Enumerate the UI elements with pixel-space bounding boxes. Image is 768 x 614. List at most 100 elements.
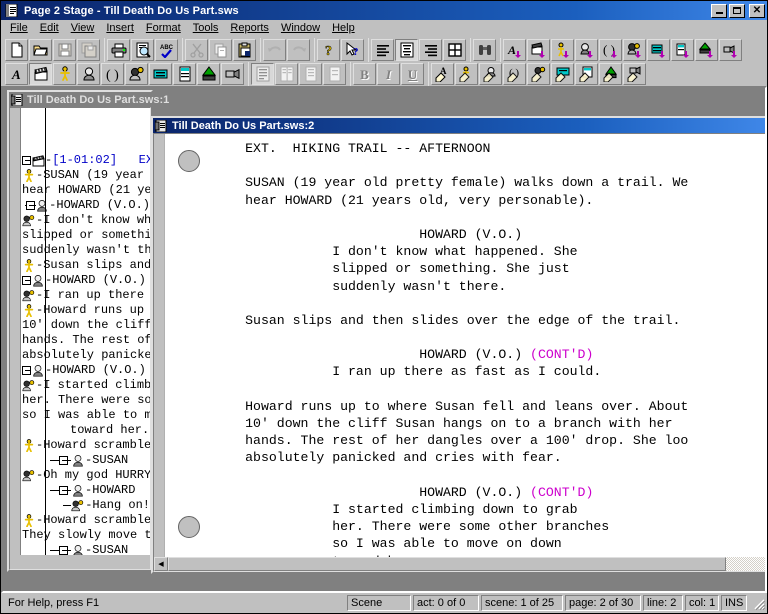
script-hscrollbar[interactable]: ◀ — [154, 557, 765, 571]
insert-parenthetical-button[interactable]: ( ) — [599, 39, 622, 61]
style-shot-button[interactable] — [173, 63, 196, 85]
style-parenthetical-button[interactable]: ( ) — [101, 63, 124, 85]
menu-format[interactable]: Format — [140, 21, 187, 36]
insert-transition-button[interactable] — [647, 39, 670, 61]
layout-ab-column-button[interactable] — [299, 63, 322, 85]
tree-row[interactable]: 10' down the cliff Susan hangs on to a b… — [22, 318, 150, 333]
view-outline-button[interactable] — [371, 39, 394, 61]
paste-clipboard-button[interactable] — [233, 39, 256, 61]
tree-row[interactable]: -Howard scrambles down toward Susan. — [22, 438, 150, 453]
bold-button[interactable]: B — [353, 63, 376, 85]
style-text-button[interactable]: A — [5, 63, 28, 85]
tree-row[interactable]: - Oh my god HURRY! — [22, 468, 150, 483]
goto-production-button[interactable] — [623, 63, 646, 85]
insert-production-button[interactable] — [719, 39, 742, 61]
tree-expander-icon[interactable] — [25, 201, 35, 210]
insert-action-button[interactable] — [551, 39, 574, 61]
insert-note-button[interactable] — [695, 39, 718, 61]
tree-row[interactable]: - HOWARD — [22, 483, 150, 498]
view-grid-button[interactable] — [443, 39, 466, 61]
help-question-button[interactable]: ? — [317, 39, 340, 61]
style-note-button[interactable] — [197, 63, 220, 85]
menu-insert[interactable]: Insert — [100, 21, 140, 36]
context-help-arrow-button[interactable]: ? — [341, 39, 364, 61]
scroll-left-button[interactable]: ◀ — [154, 557, 168, 571]
insert-dialogue-button[interactable] — [623, 39, 646, 61]
spell-check-button[interactable]: ABC — [155, 39, 178, 61]
tree-row[interactable]: -HOWARD (V.O.) (CONT'D) — [22, 273, 150, 288]
style-dialogue-head-button[interactable] — [125, 63, 148, 85]
goto-action-button[interactable] — [455, 63, 478, 85]
script-text-body[interactable]: EXT. HIKING TRAIL -- AFTERNOON SUSAN (19… — [166, 134, 688, 557]
tree-row[interactable]: -I don't know what happened. She — [22, 213, 150, 228]
menu-edit[interactable]: Edit — [34, 21, 65, 36]
layout-single-column-button[interactable] — [251, 63, 274, 85]
goto-parenthetical-button[interactable]: ( ) — [503, 63, 526, 85]
minimize-button[interactable] — [711, 3, 727, 18]
open-folder-button[interactable] — [29, 39, 52, 61]
outline-tree[interactable]: -[1-01:02] EXT. HIKING TRAIL -- AFTERNOO… — [22, 108, 150, 569]
tree-expander-icon[interactable] — [59, 456, 68, 465]
goto-note-button[interactable] — [599, 63, 622, 85]
style-character-button[interactable] — [77, 63, 100, 85]
tree-row[interactable]: hear HOWARD (21 years old, very personab… — [22, 183, 150, 198]
goto-text-button[interactable]: A — [431, 63, 454, 85]
script-window-titlebar[interactable]: Till Death Do Us Part.sws:2 — [153, 118, 765, 133]
style-transition-button[interactable] — [149, 63, 172, 85]
tree-row[interactable]: suddenly wasn't there. — [22, 243, 150, 258]
menu-view[interactable]: View — [65, 21, 101, 36]
tree-row[interactable]: -Howard scrambles down. — [22, 513, 150, 528]
hscroll-thumb[interactable] — [168, 557, 726, 571]
italic-button[interactable]: I — [377, 63, 400, 85]
tree-row[interactable]: -Susan slips and then slides over the ed… — [22, 258, 150, 273]
script-page[interactable]: EXT. HIKING TRAIL -- AFTERNOON SUSAN (19… — [166, 134, 765, 557]
style-scene-slate-button[interactable] — [29, 63, 52, 85]
tree-row[interactable]: toward her. — [22, 423, 150, 438]
outline-hscrollbar[interactable] — [10, 555, 150, 569]
find-binoculars-button[interactable] — [473, 39, 496, 61]
tree-expander-icon[interactable] — [22, 156, 31, 165]
tree-row[interactable]: absolutely panicked and cries with fear. — [22, 348, 150, 363]
layout-two-column-button[interactable] — [275, 63, 298, 85]
maximize-button[interactable] — [729, 3, 745, 18]
tree-expander-icon[interactable] — [59, 546, 68, 555]
view-script-button[interactable] — [395, 39, 418, 61]
undo-button[interactable] — [263, 39, 286, 61]
print-button[interactable] — [107, 39, 130, 61]
menu-reports[interactable]: Reports — [224, 21, 275, 36]
layout-split-column-button[interactable] — [323, 63, 346, 85]
insert-scene-slate-button[interactable] — [527, 39, 550, 61]
goto-character-button[interactable] — [479, 63, 502, 85]
tree-row[interactable]: so I was able to move on down — [22, 408, 150, 423]
redo-button[interactable] — [287, 39, 310, 61]
tree-row[interactable]: They slowly move toward each other. — [22, 528, 150, 543]
tree-row[interactable]: -HOWARD (V.O.) (CONT'D) — [22, 363, 150, 378]
goto-transition-button[interactable] — [551, 63, 574, 85]
save-disk-button[interactable] — [53, 39, 76, 61]
view-index-button[interactable] — [419, 39, 442, 61]
insert-text-element-button[interactable]: A — [503, 39, 526, 61]
tree-expander-icon[interactable] — [22, 276, 31, 285]
save-all-button[interactable] — [77, 39, 100, 61]
menu-tools[interactable]: Tools — [187, 21, 225, 36]
tree-row[interactable]: hands. The rest of her dangles over a 10… — [22, 333, 150, 348]
goto-shot-button[interactable] — [575, 63, 598, 85]
menu-file[interactable]: File — [4, 21, 34, 36]
close-icon[interactable]: ✕ — [749, 3, 765, 18]
tree-row[interactable]: her. There were some other branches — [22, 393, 150, 408]
tree-expander-icon[interactable] — [22, 366, 31, 375]
outline-window-titlebar[interactable]: Till Death Do Us Part.sws:1 — [9, 92, 169, 107]
menu-window[interactable]: Window — [275, 21, 326, 36]
style-production-button[interactable] — [221, 63, 244, 85]
tree-row[interactable]: -[1-01:02] EXT. HIKING TRAIL -- AFTERNOO… — [22, 153, 150, 168]
print-preview-button[interactable] — [131, 39, 154, 61]
tree-row[interactable]: -SUSAN (19 year old pretty female) walks… — [22, 168, 150, 183]
tree-row[interactable]: -I ran up there as fast as I could. — [22, 288, 150, 303]
hscroll-track[interactable] — [726, 557, 765, 571]
new-document-button[interactable] — [5, 39, 28, 61]
tree-row[interactable]: -I started climbing down to grab — [22, 378, 150, 393]
tree-row[interactable]: -Howard runs up to where Susan fell and … — [22, 303, 150, 318]
tree-row[interactable]: - SUSAN — [22, 453, 150, 468]
menu-help[interactable]: Help — [326, 21, 361, 36]
tree-row[interactable]: slipped or something. She just — [22, 228, 150, 243]
